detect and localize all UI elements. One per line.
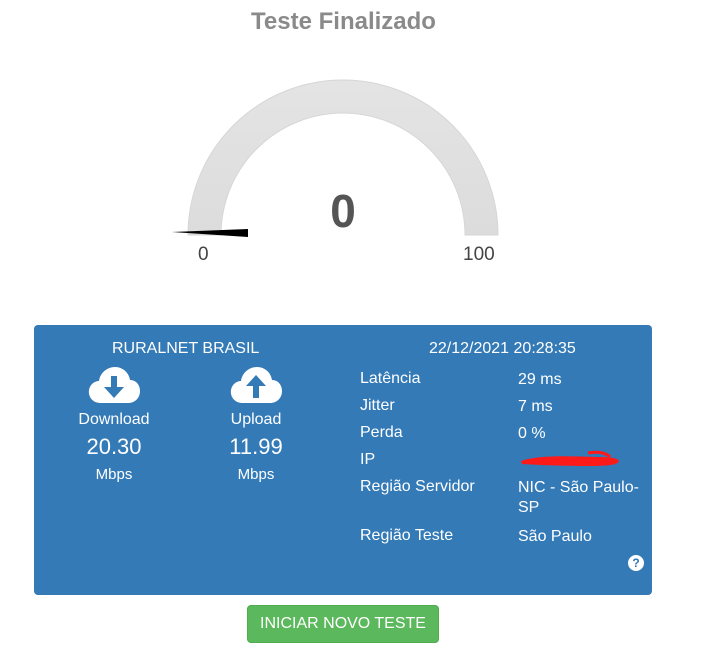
page-title: Teste Finalizado	[251, 8, 436, 35]
download-label: Download	[78, 411, 150, 428]
start-new-test-button[interactable]: INICIAR NOVO TESTE	[247, 605, 439, 643]
stat-value: NIC - São Paulo-SP	[518, 479, 639, 516]
cloud-download-icon	[88, 367, 140, 403]
stat-label: Região Teste	[360, 527, 454, 544]
stat-value: 29 ms	[518, 371, 562, 388]
download-metric: Download 20.30 Mbps	[49, 365, 179, 483]
download-value: 20.30	[86, 434, 142, 459]
gauge-min-label: 0	[198, 244, 209, 265]
help-icon[interactable]: ?	[628, 555, 644, 571]
stat-label: Região Servidor	[360, 478, 475, 495]
upload-label: Upload	[230, 411, 282, 428]
ip-redaction-mark	[521, 450, 619, 466]
stat-label: Latência	[360, 370, 421, 387]
results-panel: RURALNET BRASIL 22/12/2021 20:28:35 Down…	[34, 325, 652, 595]
download-unit: Mbps	[95, 466, 133, 483]
stat-label: Perda	[360, 424, 403, 441]
upload-unit: Mbps	[237, 466, 275, 483]
gauge-value: 0	[330, 185, 356, 237]
upload-metric: Upload 11.99 Mbps	[191, 365, 321, 483]
cloud-upload-icon	[230, 367, 282, 403]
upload-value: 11.99	[229, 434, 283, 459]
stat-value: 0 %	[518, 425, 546, 442]
gauge-max-label: 100	[463, 244, 495, 265]
provider-name: RURALNET BRASIL	[112, 340, 260, 357]
stat-value: São Paulo	[518, 528, 592, 545]
test-datetime: 22/12/2021 20:28:35	[429, 340, 576, 357]
stat-value: 7 ms	[518, 398, 553, 415]
stat-label: Jitter	[360, 397, 395, 414]
stat-label: IP	[360, 451, 376, 468]
